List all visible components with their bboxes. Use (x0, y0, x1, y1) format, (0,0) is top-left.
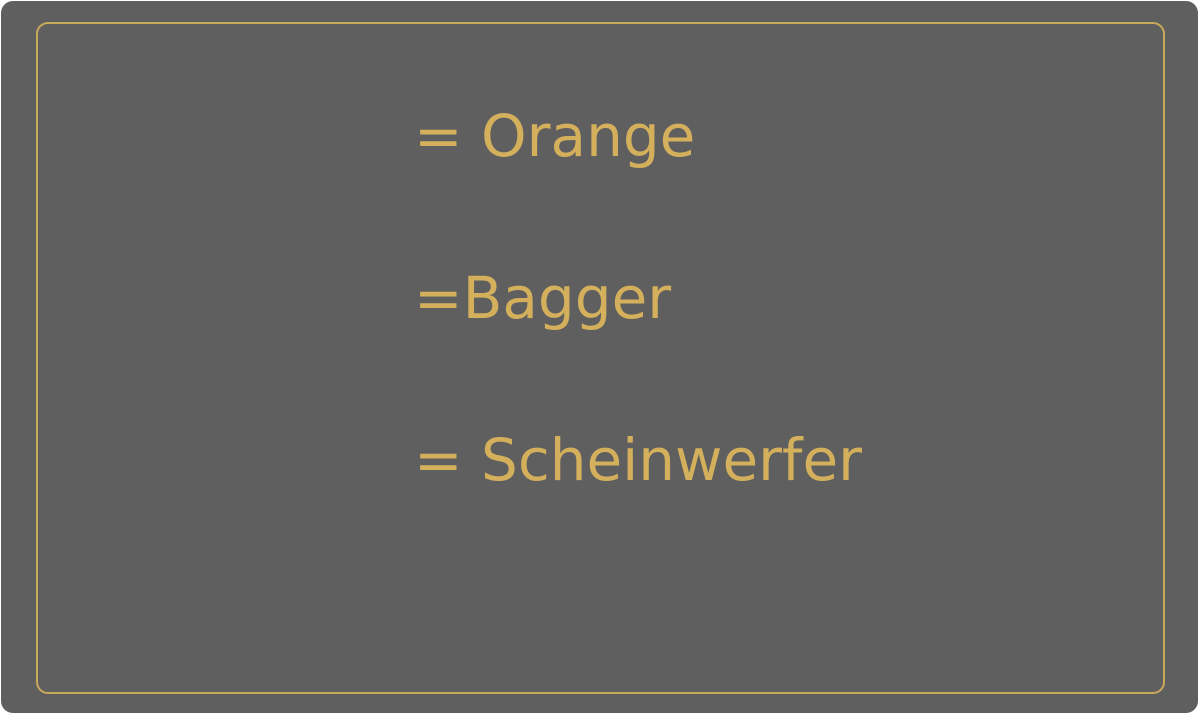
answer-line-bagger: =Bagger (414, 264, 672, 332)
answer-line-scheinwerfer: = Scheinwerfer (414, 426, 862, 494)
card: = Orange =Bagger = Scheinwerfer (1, 1, 1198, 713)
answer-line-orange: = Orange (414, 102, 696, 170)
